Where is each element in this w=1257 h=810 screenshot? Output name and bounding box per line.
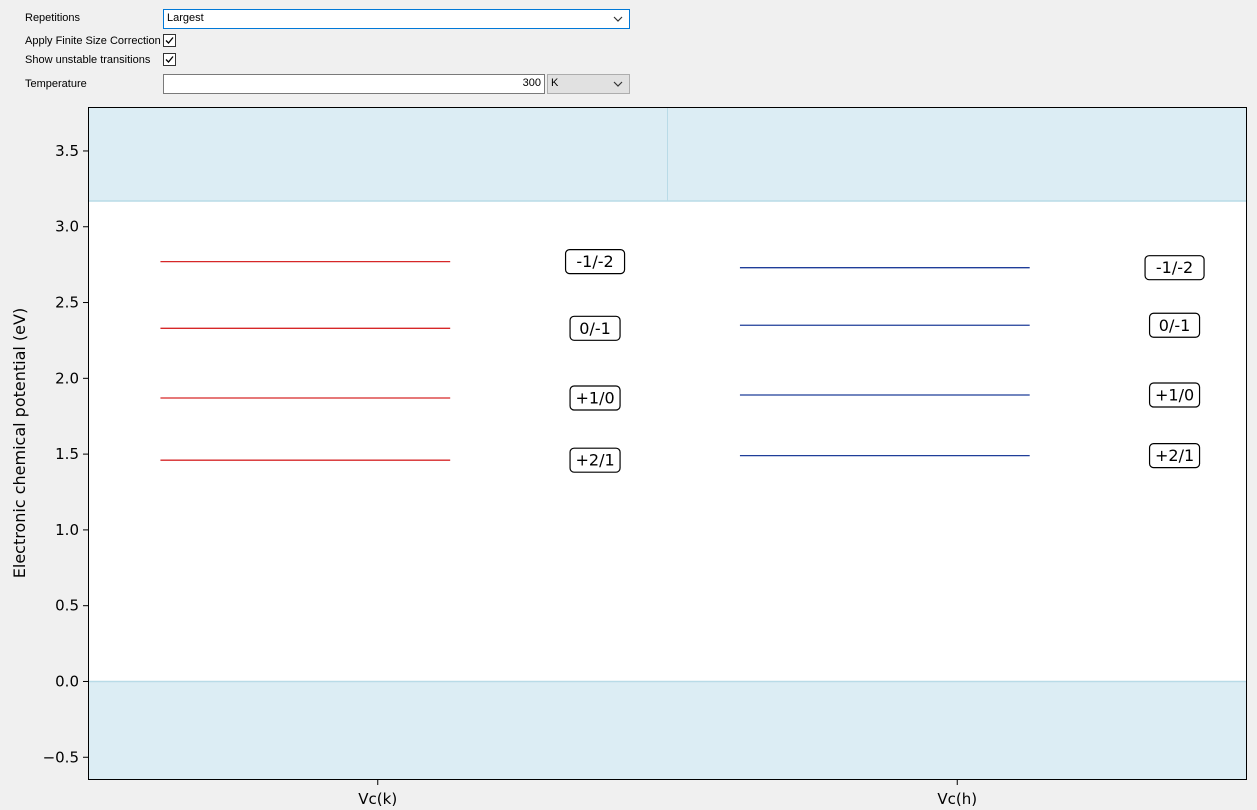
x-tick-label: Vc(h)	[937, 790, 977, 808]
y-tick-label: 0.5	[55, 597, 79, 615]
y-axis-ticks: −0.5 0.0 0.5 1.0 1.5 2.0 2.5 3.0 3.5	[43, 142, 88, 766]
transition-label: 0/-1	[579, 319, 611, 338]
transition-label: -1/-2	[1156, 258, 1193, 277]
transition-label: -1/-2	[576, 252, 613, 271]
shaded-band	[88, 681, 1247, 780]
transition-label: +2/1	[575, 451, 614, 470]
y-tick-label: 1.0	[55, 521, 79, 539]
y-tick-label: 0.0	[55, 672, 79, 690]
y-tick-label: 2.5	[55, 294, 79, 312]
plot-background	[88, 107, 1247, 780]
y-tick-label: 3.5	[55, 142, 79, 160]
y-tick-label: −0.5	[43, 748, 79, 766]
y-axis-label: Electronic chemical potential (eV)	[10, 308, 29, 578]
transition-label: +1/0	[575, 389, 614, 408]
transition-label: 0/-1	[1159, 316, 1191, 335]
x-tick-label: Vc(k)	[358, 790, 397, 808]
transition-label: +1/0	[1155, 385, 1194, 404]
y-tick-label: 3.0	[55, 218, 79, 236]
x-axis-ticks: Vc(k) Vc(h)	[358, 780, 977, 808]
transition-label: +2/1	[1155, 446, 1194, 465]
transition-level-chart: -1/-2 0/-1 +1/0 +2/1 -1/-2 0/-1 +1/0 +2/1 −0.5 0…	[10, 107, 1247, 808]
y-tick-label: 1.5	[55, 445, 79, 463]
y-tick-label: 2.0	[55, 369, 79, 387]
